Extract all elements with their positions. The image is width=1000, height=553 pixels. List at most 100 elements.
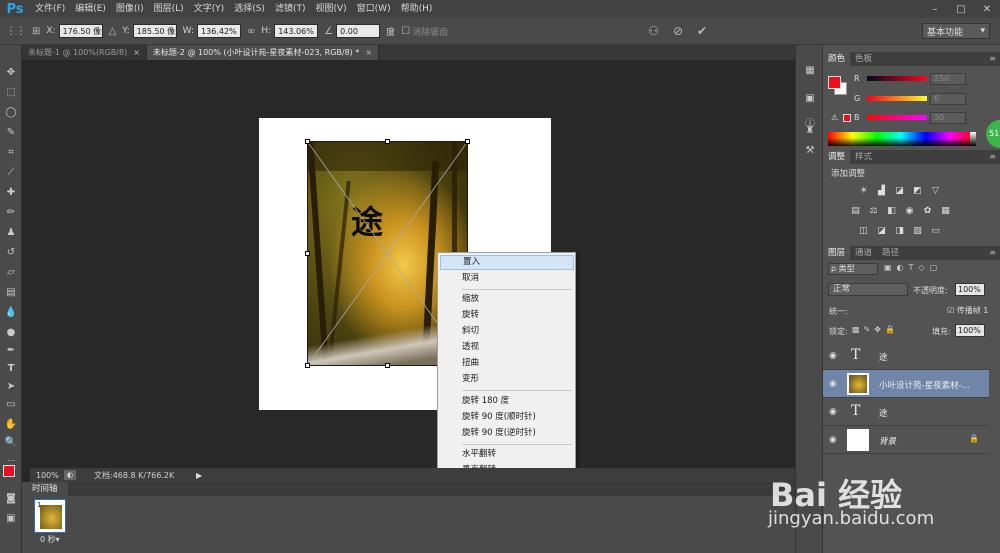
foreground-color-chip[interactable]: [828, 76, 841, 89]
propagate-frame-checkbox[interactable]: ☑ 传播帧 1: [947, 305, 988, 316]
menu-item-warp[interactable]: 变形: [440, 372, 574, 387]
eye-icon[interactable]: ◉: [829, 379, 837, 389]
menu-item-rotate-90-cw[interactable]: 旋转 90 度(顺时针): [440, 410, 574, 425]
menu-divider: [462, 444, 572, 445]
layer-row[interactable]: ◉ T 途: [823, 342, 989, 370]
transform-handle[interactable]: [305, 363, 310, 368]
menu-item-perspective[interactable]: 透视: [440, 340, 574, 355]
opacity-field[interactable]: 100%: [955, 283, 985, 296]
export-icon[interactable]: ◐: [64, 470, 76, 480]
r-value[interactable]: 250: [930, 73, 966, 85]
layer-filter-select[interactable]: ρ 类型: [828, 263, 878, 275]
r-label: R: [854, 74, 860, 83]
menu-item-distort[interactable]: 扭曲: [440, 356, 574, 371]
invert-icon[interactable]: ◫: [858, 226, 869, 236]
tab-channels[interactable]: 通道: [850, 246, 877, 260]
transform-handle[interactable]: [385, 139, 390, 144]
color-spectrum[interactable]: [828, 132, 974, 146]
selective-color-icon[interactable]: ▨: [912, 226, 923, 236]
black-white-icon[interactable]: ◧: [886, 206, 897, 216]
photo-filter-icon[interactable]: ◉: [904, 206, 915, 216]
g-value[interactable]: 6: [930, 93, 966, 105]
eye-icon[interactable]: ◉: [829, 407, 837, 417]
tool-preset-icon[interactable]: ⚒: [802, 145, 818, 159]
color-panel-tabs: 颜色 色板 ≡: [823, 52, 1000, 66]
layer-thumbnail: [847, 429, 869, 451]
tab-paths[interactable]: 路径: [877, 246, 904, 260]
menu-item-rotate-90-ccw[interactable]: 旋转 90 度(逆时针): [440, 426, 574, 441]
menu-item-place[interactable]: 置入: [440, 255, 574, 270]
layer-filter-icons[interactable]: ▣◐T◇▢: [884, 263, 942, 272]
eye-icon[interactable]: ◉: [829, 351, 837, 361]
unify-label: 统一:: [829, 307, 848, 316]
brightness-icon[interactable]: ☀: [858, 186, 869, 196]
layer-row[interactable]: ◉ 小叶设计苑-星夜素材-...: [823, 370, 989, 398]
lock-icon: 🔒: [969, 434, 979, 443]
properties-icon[interactable]: ▣: [802, 93, 818, 107]
history-icon[interactable]: ▦: [802, 65, 818, 79]
layer-row[interactable]: ◉ 背景 🔒: [823, 426, 989, 454]
panel-menu-icon[interactable]: ≡: [989, 52, 996, 66]
tab-swatches[interactable]: 色板: [850, 52, 877, 66]
gamut-swatch[interactable]: [843, 114, 851, 122]
g-slider[interactable]: [867, 96, 927, 101]
status-menu-arrow-icon[interactable]: ▶: [196, 471, 202, 480]
r-slider[interactable]: [867, 76, 927, 81]
transform-handle[interactable]: [385, 363, 390, 368]
tab-color[interactable]: 颜色: [823, 52, 851, 66]
menu-divider: [462, 289, 572, 290]
menu-item-scale[interactable]: 缩放: [440, 292, 574, 307]
vibrance-icon[interactable]: ▽: [930, 186, 941, 196]
animation-frame[interactable]: 1: [34, 499, 66, 533]
threshold-icon[interactable]: ◨: [894, 226, 905, 236]
menu-item-skew[interactable]: 斜切: [440, 324, 574, 339]
spectrum-bw[interactable]: [970, 132, 976, 146]
layer-name[interactable]: 途: [879, 407, 888, 419]
brush-preset-icon[interactable]: ♜: [802, 125, 818, 139]
b-slider[interactable]: [867, 115, 927, 120]
layer-name[interactable]: 途: [879, 351, 888, 363]
lock-icons[interactable]: ▩✎✥🔒: [852, 325, 899, 334]
transform-handle[interactable]: [305, 139, 310, 144]
gamut-warning-icon: ⚠: [831, 113, 839, 122]
transform-handle[interactable]: [465, 139, 470, 144]
layer-name[interactable]: 小叶设计苑-星夜素材-...: [879, 379, 970, 391]
b-value[interactable]: 30: [930, 112, 966, 124]
transform-handle[interactable]: [305, 251, 310, 256]
fill-field[interactable]: 100%: [955, 324, 985, 337]
levels-icon[interactable]: ▟: [876, 186, 887, 196]
menu-item-rotate-180[interactable]: 旋转 180 度: [440, 394, 574, 409]
curves-icon[interactable]: ◪: [894, 186, 905, 196]
channel-mixer-icon[interactable]: ✿: [922, 206, 933, 216]
posterize-icon[interactable]: ◪: [876, 226, 887, 236]
opacity-label: 不透明度:: [913, 286, 948, 295]
tab-styles[interactable]: 样式: [850, 150, 877, 164]
eye-icon[interactable]: ◉: [829, 435, 837, 445]
menu-item-rotate[interactable]: 旋转: [440, 308, 574, 323]
frame-delay[interactable]: 0 秒▾: [40, 534, 60, 545]
panel-menu-icon[interactable]: ≡: [989, 150, 996, 164]
panel-menu-icon[interactable]: ≡: [989, 246, 996, 260]
adjust-panel-tabs: 调整 样式 ≡: [823, 150, 1000, 164]
doc-info: 文档:468.8 K/766.2K: [94, 470, 175, 480]
context-menu: 置入 取消 缩放 旋转 斜切 透视 扭曲 变形 旋转 180 度 旋转 90 度…: [437, 252, 576, 480]
zoom-level[interactable]: 100%: [30, 471, 64, 480]
hue-saturation-icon[interactable]: ▤: [850, 206, 861, 216]
menu-item-cancel[interactable]: 取消: [440, 271, 574, 286]
adjustments-title: 添加调整: [831, 169, 866, 179]
tab-adjustments[interactable]: 调整: [823, 150, 851, 164]
tab-timeline[interactable]: 时间轴: [22, 482, 68, 496]
text-layer-icon: T: [851, 347, 861, 363]
color-balance-icon[interactable]: ⚖: [868, 206, 879, 216]
exposure-icon[interactable]: ◩: [912, 186, 923, 196]
menu-item-flip-horizontal[interactable]: 水平翻转: [440, 447, 574, 462]
layer-name[interactable]: 背景: [879, 435, 896, 447]
blend-mode-select[interactable]: 正常: [828, 283, 908, 296]
gradient-map-icon[interactable]: ▭: [930, 226, 941, 236]
layer-thumbnail: [847, 373, 869, 395]
timeline-tabbar: 时间轴: [22, 482, 795, 496]
status-bar: 100% ◐ 文档:468.8 K/766.2K ▶: [30, 468, 795, 482]
tab-layers[interactable]: 图层: [823, 246, 851, 260]
color-lookup-icon[interactable]: ▦: [940, 206, 951, 216]
layer-row[interactable]: ◉ T 途: [823, 398, 989, 426]
